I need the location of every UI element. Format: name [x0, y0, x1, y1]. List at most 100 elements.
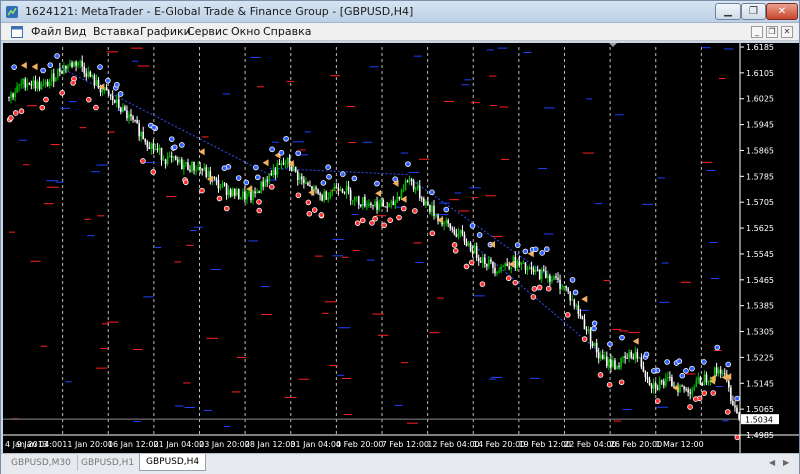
candle-body	[662, 381, 665, 386]
candle-body	[457, 233, 460, 237]
candle-body	[717, 369, 720, 374]
price-tick-label: 1.5865	[746, 146, 774, 155]
restore-button[interactable]: ❐	[741, 3, 766, 20]
candle-body	[734, 405, 736, 408]
menu-insert[interactable]: Вставка	[93, 25, 140, 38]
candle-body	[433, 205, 435, 216]
mdi-minimize-button[interactable]: _	[751, 26, 763, 38]
candle-body	[449, 223, 452, 229]
menu-window[interactable]: Окно	[231, 25, 260, 38]
candle-body	[63, 65, 65, 73]
buy-signal-marker	[221, 165, 228, 171]
candle-body	[642, 367, 645, 372]
sell-signal-marker	[734, 434, 741, 441]
candle-body	[126, 110, 128, 119]
candle-body	[14, 92, 16, 98]
candle-body	[402, 189, 405, 191]
candle-body	[490, 259, 492, 262]
menu-help[interactable]: Справка	[263, 25, 311, 38]
sell-signal-marker	[372, 215, 378, 222]
candle-body	[89, 71, 92, 77]
candle-body	[376, 201, 378, 210]
candle-body	[557, 277, 559, 280]
candle-body	[400, 190, 403, 199]
minimize-button[interactable]: ▁	[715, 3, 741, 20]
candle-body	[335, 186, 338, 189]
candle-body	[723, 373, 726, 375]
candle-body	[95, 80, 98, 86]
candle-body	[573, 299, 576, 307]
window-title: 1624121: MetaTrader - E-Global Trade & F…	[25, 5, 414, 18]
menu-view[interactable]: Вид	[64, 25, 86, 38]
buy-signal-marker	[374, 180, 380, 187]
fractal-arrow-marker	[632, 337, 639, 345]
price-tick-label: 1.5705	[746, 198, 774, 207]
candle-body	[50, 73, 53, 81]
buy-signal-marker	[591, 320, 598, 327]
candle-body	[303, 179, 305, 184]
mdi-minimize-icon: _	[755, 27, 759, 36]
menu-file[interactable]: Файл	[31, 25, 61, 38]
candle-body	[97, 80, 100, 88]
candle-body	[667, 376, 669, 379]
tab-scroll-left-icon[interactable]: ◀	[769, 458, 775, 467]
candle-body	[465, 241, 468, 246]
candle-body	[608, 359, 610, 367]
candle-body	[284, 163, 287, 165]
minimize-icon: ▁	[724, 6, 732, 17]
buy-signal-marker	[619, 334, 625, 341]
chart-canvas[interactable]: 1.6185 1.6105 1.6025 1.5945 1.5865 1.5785 1.57…	[3, 43, 799, 453]
candle-body	[640, 357, 643, 368]
buy-signal-marker	[469, 223, 476, 229]
tab-gbpusd-h4[interactable]: GBPUSD,H4	[139, 454, 207, 471]
menu-charts[interactable]: Графики	[140, 25, 191, 38]
candle-body	[614, 360, 616, 370]
candle-body	[199, 167, 201, 169]
buy-signal-marker	[714, 344, 721, 351]
candle-body	[138, 123, 140, 137]
buy-signal-marker	[295, 150, 301, 157]
candle-body	[213, 176, 216, 179]
buy-signal-marker	[40, 67, 46, 74]
chart-tab-bar: GBPUSD,M30 GBPUSD,H1 GBPUSD,H4 ◀ ▶	[1, 453, 799, 474]
candle-body	[388, 203, 391, 208]
menu-tools[interactable]: Сервис	[187, 25, 228, 38]
mdi-close-button[interactable]: ✕	[781, 26, 793, 38]
close-button[interactable]: ✕	[766, 3, 798, 20]
fractal-arrow-marker	[98, 83, 105, 91]
price-tick-label: 1.5465	[746, 276, 774, 285]
sell-signal-marker	[18, 108, 25, 115]
buy-signal-marker	[269, 146, 275, 153]
candle-body	[296, 171, 299, 180]
buy-signal-marker	[114, 81, 120, 88]
title-bar[interactable]: 1624121: MetaTrader - E-Global Trade & F…	[1, 1, 799, 23]
tab-gbpusd-h1[interactable]: GBPUSD,H1	[75, 455, 142, 471]
candle-body	[32, 80, 35, 86]
tab-gbpusd-m30[interactable]: GBPUSD,M30	[5, 455, 78, 471]
sell-signal-marker	[564, 312, 571, 318]
time-tick-label: 9 Jan 04:00	[17, 440, 63, 449]
candle-body	[610, 359, 612, 367]
candle-body	[431, 205, 433, 212]
chart-window-icon[interactable]	[11, 26, 23, 38]
tab-scroll-right-icon[interactable]: ▶	[783, 458, 789, 467]
price-chart[interactable]: 1.6185 1.6105 1.6025 1.5945 1.5865 1.5785 1.57…	[3, 43, 799, 453]
chart-shift-marker-icon[interactable]	[609, 43, 617, 47]
sell-signal-marker	[396, 214, 402, 221]
candle-body	[294, 167, 297, 172]
mdi-restore-button[interactable]: ❐	[766, 26, 778, 38]
candle-body	[585, 329, 588, 331]
candle-body	[730, 387, 732, 401]
candle-body	[227, 189, 230, 195]
candle-body	[152, 143, 155, 149]
candle-body	[579, 313, 582, 317]
candle-body	[685, 389, 687, 391]
candle-body	[693, 386, 696, 390]
time-tick-label: 28 Jan 12:00	[245, 440, 296, 449]
candle-body	[156, 148, 159, 151]
candle-body	[721, 373, 724, 375]
candle-body	[353, 196, 356, 201]
candle-body	[492, 261, 494, 268]
candle-body	[256, 191, 258, 194]
candle-body	[339, 189, 342, 191]
